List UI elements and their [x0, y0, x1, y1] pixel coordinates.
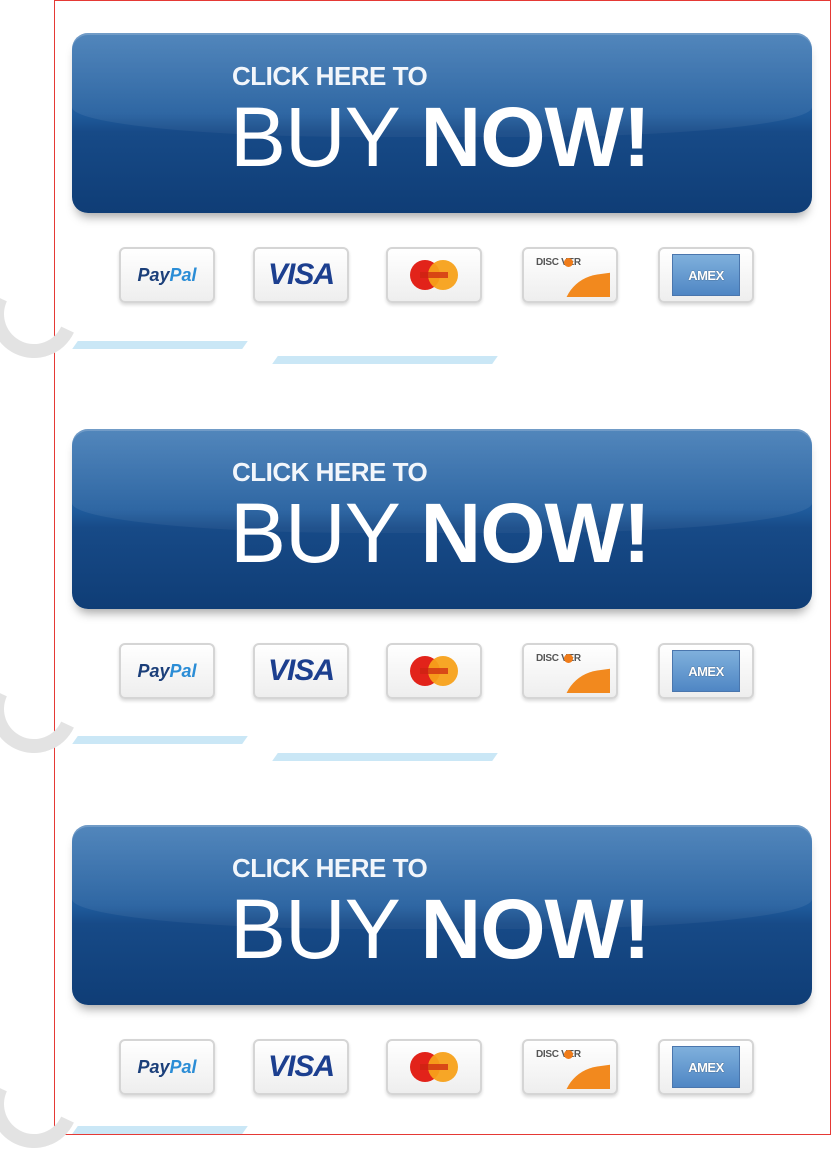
- paypal-logo-icon: PayPal: [119, 247, 215, 303]
- button-main-thin: BUY: [230, 486, 421, 580]
- buy-now-block-3: CLICK HERE TO BUY NOW! PayPal VISA DISC …: [55, 793, 830, 1134]
- paypal-logo-icon: PayPal: [119, 643, 215, 699]
- payment-methods-row: PayPal VISA DISC VER AMEX: [55, 643, 830, 707]
- watermark-left: [0, 0, 91, 1160]
- discover-text: DISC VER: [536, 653, 581, 664]
- payment-methods-row: PayPal VISA DISC VER AMEX: [55, 247, 830, 311]
- buy-now-button[interactable]: CLICK HERE TO BUY NOW!: [72, 429, 812, 609]
- buy-now-block-2: CLICK HERE TO BUY NOW! PayPal VISA DISC …: [55, 397, 830, 777]
- paypal-text-pay: Pay: [137, 264, 170, 285]
- discover-logo-icon: DISC VER: [522, 643, 618, 699]
- amex-logo-icon: AMEX: [658, 643, 754, 699]
- button-main-text: BUY NOW!: [230, 491, 651, 575]
- discover-text: DISC VER: [536, 257, 581, 268]
- paypal-logo-icon: PayPal: [119, 1039, 215, 1095]
- visa-logo-icon: VISA: [253, 1039, 349, 1095]
- mastercard-logo-icon: [386, 643, 482, 699]
- button-main-text: BUY NOW!: [230, 95, 651, 179]
- button-main-bold: NOW!: [420, 882, 651, 976]
- discover-logo-icon: DISC VER: [522, 247, 618, 303]
- visa-text: VISA: [267, 1050, 335, 1083]
- buy-now-block-1: CLICK HERE TO BUY NOW! PayPal VISA DISC …: [55, 1, 830, 381]
- buy-now-button[interactable]: CLICK HERE TO BUY NOW!: [72, 825, 812, 1005]
- amex-text: AMEX: [688, 1059, 724, 1075]
- button-main-text: BUY NOW!: [230, 887, 651, 971]
- amex-text: AMEX: [688, 663, 724, 679]
- button-main-thin: BUY: [230, 882, 421, 976]
- visa-logo-icon: VISA: [253, 643, 349, 699]
- button-top-text: CLICK HERE TO: [232, 61, 428, 91]
- buy-now-button[interactable]: CLICK HERE TO BUY NOW!: [72, 33, 812, 213]
- paypal-text-pay: Pay: [137, 660, 170, 681]
- visa-text: VISA: [267, 258, 335, 291]
- amex-logo-icon: AMEX: [658, 247, 754, 303]
- payment-methods-row: PayPal VISA DISC VER AMEX: [55, 1039, 830, 1103]
- paypal-text-pal: Pal: [169, 660, 197, 681]
- paypal-text-pay: Pay: [137, 1056, 170, 1077]
- button-top-text: CLICK HERE TO: [232, 853, 428, 883]
- button-main-thin: BUY: [230, 90, 421, 184]
- mastercard-logo-icon: [386, 1039, 482, 1095]
- mastercard-logo-icon: [386, 247, 482, 303]
- banner-frame: CLICK HERE TO BUY NOW! PayPal VISA DISC …: [54, 0, 831, 1135]
- button-main-bold: NOW!: [420, 486, 651, 580]
- button-main-bold: NOW!: [420, 90, 651, 184]
- amex-logo-icon: AMEX: [658, 1039, 754, 1095]
- button-top-text: CLICK HERE TO: [232, 457, 428, 487]
- amex-text: AMEX: [688, 267, 724, 283]
- discover-text: DISC VER: [536, 1049, 581, 1060]
- visa-text: VISA: [267, 654, 335, 687]
- discover-logo-icon: DISC VER: [522, 1039, 618, 1095]
- paypal-text-pal: Pal: [169, 1056, 197, 1077]
- paypal-text-pal: Pal: [169, 264, 197, 285]
- visa-logo-icon: VISA: [253, 247, 349, 303]
